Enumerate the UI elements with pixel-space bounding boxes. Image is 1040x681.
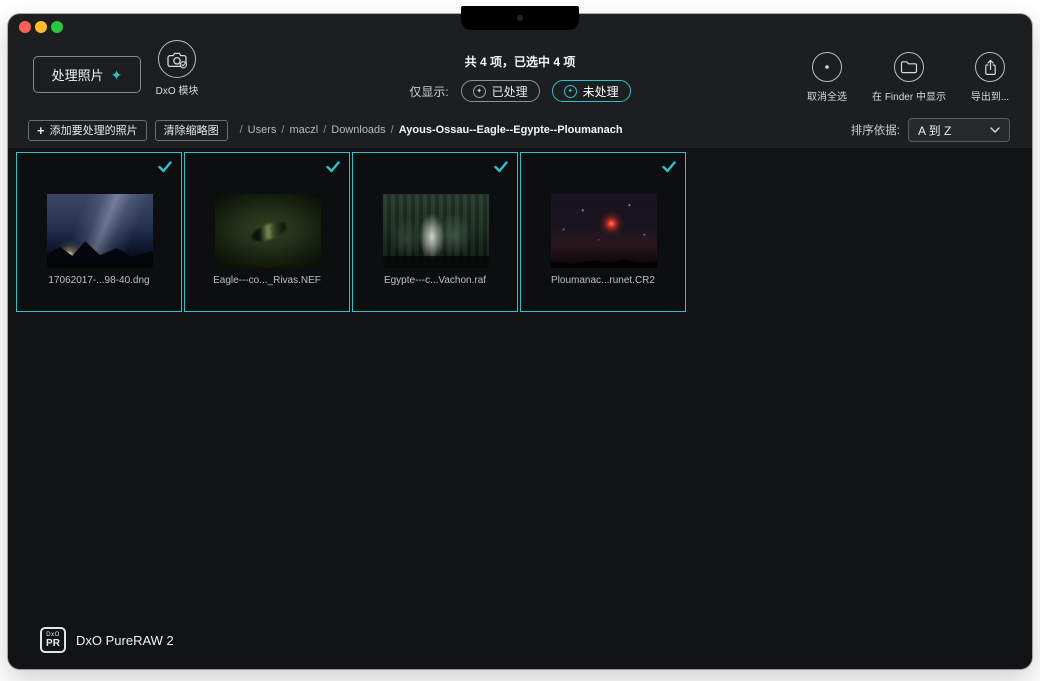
photo-thumbnail-milkyway <box>47 194 153 268</box>
breadcrumb-item-maczl: maczl <box>289 124 318 136</box>
sparkle-glyph: ✦ <box>567 88 573 95</box>
photo-thumbnail-lighthouse <box>551 194 657 268</box>
app-name: DxO PureRAW 2 <box>76 633 174 648</box>
breadcrumb: / Users / maczl / Downloads / Ayous-Ossa… <box>240 124 623 136</box>
sparkle-circle-icon: ✦ <box>564 85 577 98</box>
photo-card-1[interactable]: 17062017-...98-40.dng <box>16 152 182 312</box>
show-in-finder-label: 在 Finder 中显示 <box>872 88 946 103</box>
share-icon <box>975 52 1005 82</box>
breadcrumb-separator: / <box>240 124 243 136</box>
show-in-finder-button[interactable]: 在 Finder 中显示 <box>862 52 956 103</box>
add-photos-button[interactable]: + 添加要处理的照片 <box>28 120 147 141</box>
chevron-down-icon <box>990 127 1000 133</box>
toolbar-right: 取消全选 在 Finder 中显示 导出到... <box>798 52 1018 103</box>
export-label: 导出到... <box>971 88 1009 103</box>
close-window-button[interactable] <box>19 21 31 33</box>
logo-text-bottom: PR <box>46 639 60 649</box>
plus-icon: + <box>37 124 45 137</box>
sort-dropdown[interactable]: A 到 Z <box>908 118 1010 142</box>
selected-check-icon[interactable] <box>158 160 172 172</box>
camera-notch <box>461 6 579 30</box>
photo-filename: 17062017-...98-40.dng <box>21 275 177 286</box>
filter-unprocessed-label: 未处理 <box>583 83 619 100</box>
photo-thumbnail-eagle <box>215 194 321 268</box>
photo-filename: Eagle---co..._Rivas.NEF <box>189 275 345 286</box>
photo-filename: Ploumanac...runet.CR2 <box>525 275 681 286</box>
selected-check-icon[interactable] <box>494 160 508 172</box>
footer: DxO PR DxO PureRAW 2 <box>40 627 174 653</box>
breadcrumb-separator: / <box>281 124 284 136</box>
breadcrumb-item-users: Users <box>248 124 277 136</box>
photo-card-2[interactable]: Eagle---co..._Rivas.NEF <box>184 152 350 312</box>
breadcrumb-item-downloads: Downloads <box>331 124 385 136</box>
export-button[interactable]: 导出到... <box>962 52 1018 103</box>
logo-text-top: DxO <box>46 632 60 638</box>
desktop-background: 处理照片 ✦ DxO 模块 共 4 项，已选中 4 项 仅显示: ✦ 已处理 <box>0 0 1040 681</box>
breadcrumb-separator: / <box>323 124 326 136</box>
clear-thumbnails-button[interactable]: 清除缩略图 <box>155 120 228 141</box>
photo-card-3[interactable]: Egypte---c...Vachon.raf <box>352 152 518 312</box>
selected-check-icon[interactable] <box>326 160 340 172</box>
deselect-all-icon <box>812 52 842 82</box>
filter-label: 仅显示: <box>409 83 448 100</box>
photo-grid: 17062017-...98-40.dng Eagle---co..._Riva… <box>16 152 686 312</box>
selected-check-icon[interactable] <box>662 160 676 172</box>
filter-processed-pill[interactable]: ✦ 已处理 <box>461 80 540 102</box>
breadcrumb-current-folder: Ayous-Ossau--Eagle--Egypte--Ploumanach <box>399 124 623 136</box>
filter-unprocessed-pill[interactable]: ✦ 未处理 <box>552 80 631 102</box>
minimize-window-button[interactable] <box>35 21 47 33</box>
dxo-pureraw-logo: DxO PR <box>40 627 66 653</box>
sparkle-glyph: ✦ <box>476 88 482 95</box>
sort-label: 排序依据: <box>851 122 900 138</box>
sort-value: A 到 Z <box>918 122 951 139</box>
photo-filename: Egypte---c...Vachon.raf <box>357 275 513 286</box>
add-photos-label: 添加要处理的照片 <box>50 122 138 138</box>
deselect-all-label: 取消全选 <box>807 88 847 103</box>
sparkle-circle-icon: ✦ <box>473 85 486 98</box>
zoom-window-button[interactable] <box>51 21 63 33</box>
clear-thumbnails-label: 清除缩略图 <box>164 122 219 138</box>
camera-dot <box>517 15 523 21</box>
window-controls <box>19 21 63 33</box>
actionbar: + 添加要处理的照片 清除缩略图 / Users / maczl / Downl… <box>28 118 1010 142</box>
app-window: 处理照片 ✦ DxO 模块 共 4 项，已选中 4 项 仅显示: ✦ 已处理 <box>8 14 1032 669</box>
breadcrumb-separator: / <box>391 124 394 136</box>
photo-thumbnail-egypte <box>383 194 489 268</box>
filter-processed-label: 已处理 <box>492 83 528 100</box>
deselect-all-button[interactable]: 取消全选 <box>798 52 856 103</box>
photo-card-4[interactable]: Ploumanac...runet.CR2 <box>520 152 686 312</box>
photo-browser: 17062017-...98-40.dng Eagle---co..._Riva… <box>8 148 1032 669</box>
folder-icon <box>894 52 924 82</box>
